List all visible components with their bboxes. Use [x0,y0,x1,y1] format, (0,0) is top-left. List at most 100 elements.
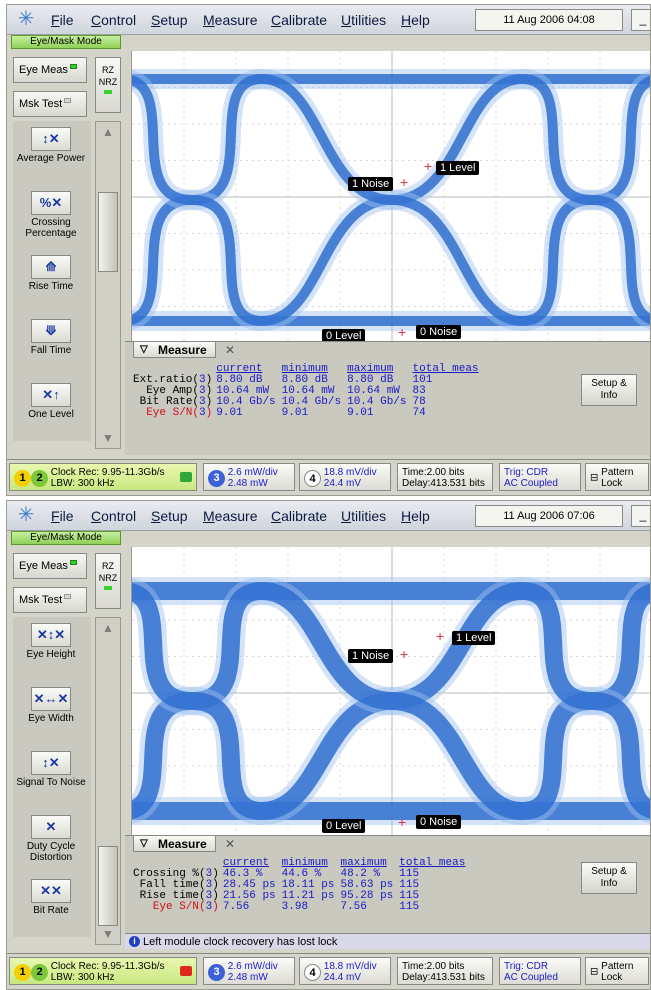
measurement-signal-to-noise[interactable]: ↕✕ Signal To Noise [15,749,87,807]
menu-help[interactable]: Help [401,12,430,28]
mask-test-button[interactable]: Msk Test [13,91,87,117]
menu-utilities[interactable]: Utilities [341,12,386,28]
eye-diagram-display: 1 Level + 1 Noise + 0 Level + 0 Noise [131,51,650,343]
status-bar: 12 Clock Rec: 9.95-11.3Gb/s LBW: 300 kHz … [7,953,650,989]
led-icon [69,64,77,69]
trigger-button[interactable]: Trig: CDR AC Coupled [499,463,581,491]
menu-file[interactable]: File [51,12,74,28]
rz-nrz-toggle[interactable]: RZ NRZ [95,57,121,113]
measurement-label: Crossing Percentage [25,217,77,239]
lock-label: Lock [601,972,623,983]
clock-recovery-button[interactable]: 12 Clock Rec: 9.95-11.3Gb/s LBW: 300 kHz [9,463,197,491]
channel-4-icon: 4 [304,469,321,487]
channel-3-icon: 3 [208,963,225,981]
measurement-rise-time[interactable]: ⟰ Rise Time [15,253,87,311]
row-current: 7.56 [222,901,250,913]
marker-cross-icon: + [398,324,407,340]
measurement-label: Average Power [16,153,86,164]
setup-info-button[interactable]: Setup & Info [581,374,637,406]
measurement-scrollbar[interactable]: ▲ ▼ [95,121,121,449]
rz-label: RZ [102,561,114,571]
led-icon [69,560,77,565]
measurement-eye-height[interactable]: ✕↕✕ Eye Height [15,621,87,679]
measure-tab[interactable]: Measure [133,342,216,358]
measurement-fall-time[interactable]: ⟱ Fall Time [15,317,87,375]
rz-nrz-toggle[interactable]: RZ NRZ [95,553,121,609]
scroll-down-icon[interactable]: ▼ [97,926,119,942]
marker-cross-icon: + [398,814,407,830]
measurement-eye-width[interactable]: ✕↔✕ Eye Width [15,685,87,743]
minimize-button[interactable]: _ [631,9,650,31]
menu-utilities[interactable]: Utilities [341,508,386,524]
trigger-button[interactable]: Trig: CDR AC Coupled [499,957,581,985]
status-text: Left module clock recovery has lost lock [143,936,338,948]
measurement-one-level[interactable]: ✕↑ One Level [15,381,87,439]
measurement-label: One Level [28,409,74,420]
minimize-button[interactable]: _ [631,505,650,527]
close-icon[interactable]: ✕ [225,837,235,851]
mode-label: Eye/Mask Mode [11,531,121,545]
ch3-scale: 2.6 mW/div [227,467,278,478]
eye-height-icon: ✕↕✕ [31,623,71,647]
scroll-up-icon[interactable]: ▲ [97,124,119,140]
setup-info-button[interactable]: Setup & Info [581,862,637,894]
eye-meas-button[interactable]: Eye Meas [13,57,87,83]
eye-meas-button[interactable]: Eye Meas [13,553,87,579]
channel-4-button[interactable]: 4 18.8 mV/div 24.4 mV [299,957,391,985]
channel-3-button[interactable]: 3 2.6 mW/div 2.48 mW [203,957,295,985]
measurement-label: Fall Time [30,345,72,356]
scrollbar-thumb[interactable] [98,846,118,926]
channel-3-button[interactable]: 3 2.6 mW/div 2.48 mW [203,463,295,491]
trig-label: Trig: CDR [504,467,549,478]
marker-cross-icon: + [424,158,433,174]
duty-cycle-distortion-icon: ✕ [31,815,71,839]
menu-file[interactable]: File [51,508,74,524]
lock-icon [180,472,192,482]
mask-test-label: Msk Test [19,98,63,110]
scroll-down-icon[interactable]: ▼ [97,430,119,446]
pattern-lock-button[interactable]: ⊟ Pattern Lock [585,463,649,491]
measurement-bit-rate[interactable]: ✕✕ Bit Rate [15,877,87,935]
timebase-button[interactable]: Time:2.00 bits Delay:413.531 bits [397,957,493,985]
menu-setup[interactable]: Setup [151,12,188,28]
scroll-up-icon[interactable]: ▲ [97,620,119,636]
close-icon[interactable]: ✕ [225,343,235,357]
channel-4-button[interactable]: 4 18.8 mV/div 24.4 mV [299,463,391,491]
clock-recovery-button[interactable]: 12 Clock Rec: 9.95-11.3Gb/s LBW: 300 kHz [9,957,197,985]
measurement-duty-cycle-distortion[interactable]: ✕ Duty Cycle Distortion [15,813,87,871]
marker-0-level: 0 Level [322,819,366,833]
signal-to-noise-icon: ↕✕ [31,751,71,775]
menu-measure[interactable]: Measure [203,12,257,28]
measurement-crossing-percentage[interactable]: %✕ Crossing Percentage [15,189,87,247]
scrollbar-thumb[interactable] [98,192,118,272]
clock-rec-label: Clock Rec: 9.95-11.3Gb/s [50,467,165,478]
eye-meas-label: Eye Meas [19,64,68,76]
timebase-button[interactable]: Time:2.00 bits Delay:413.531 bits [397,463,493,491]
info-icon: i [129,936,140,947]
menu-help[interactable]: Help [401,508,430,524]
delay-label: Delay:413.531 bits [402,972,485,983]
status-bar: 12 Clock Rec: 9.95-11.3Gb/s LBW: 300 kHz … [7,459,650,495]
row-current: 9.01 [216,407,243,419]
table-row: Eye S/N(3) 9.01 9.01 9.01 74 [133,408,485,419]
menu-calibrate[interactable]: Calibrate [271,12,327,28]
pattern-lock-button[interactable]: ⊟ Pattern Lock [585,957,649,985]
menu-calibrate[interactable]: Calibrate [271,508,327,524]
led-icon [64,98,72,103]
nrz-label: NRZ [98,573,118,583]
measurement-label: Bit Rate [33,905,69,916]
mask-test-button[interactable]: Msk Test [13,587,87,613]
menu-measure[interactable]: Measure [203,508,257,524]
menu-control[interactable]: Control [91,12,136,28]
measure-table: current minimum maximum total meas Crossing… [133,858,471,913]
clock-rec-label: Clock Rec: 9.95-11.3Gb/s [50,961,165,972]
measurement-average-power[interactable]: ↕✕ Average Power [15,125,87,183]
measurement-scrollbar[interactable]: ▲ ▼ [95,617,121,945]
ch3-scale: 2.6 mW/div [227,961,278,972]
lbw-label: LBW: 300 kHz [50,478,115,489]
fall-time-icon: ⟱ [31,319,71,343]
measurement-label: Eye Width [28,713,74,724]
measure-tab[interactable]: Measure [133,836,216,852]
menu-control[interactable]: Control [91,508,136,524]
menu-setup[interactable]: Setup [151,508,188,524]
